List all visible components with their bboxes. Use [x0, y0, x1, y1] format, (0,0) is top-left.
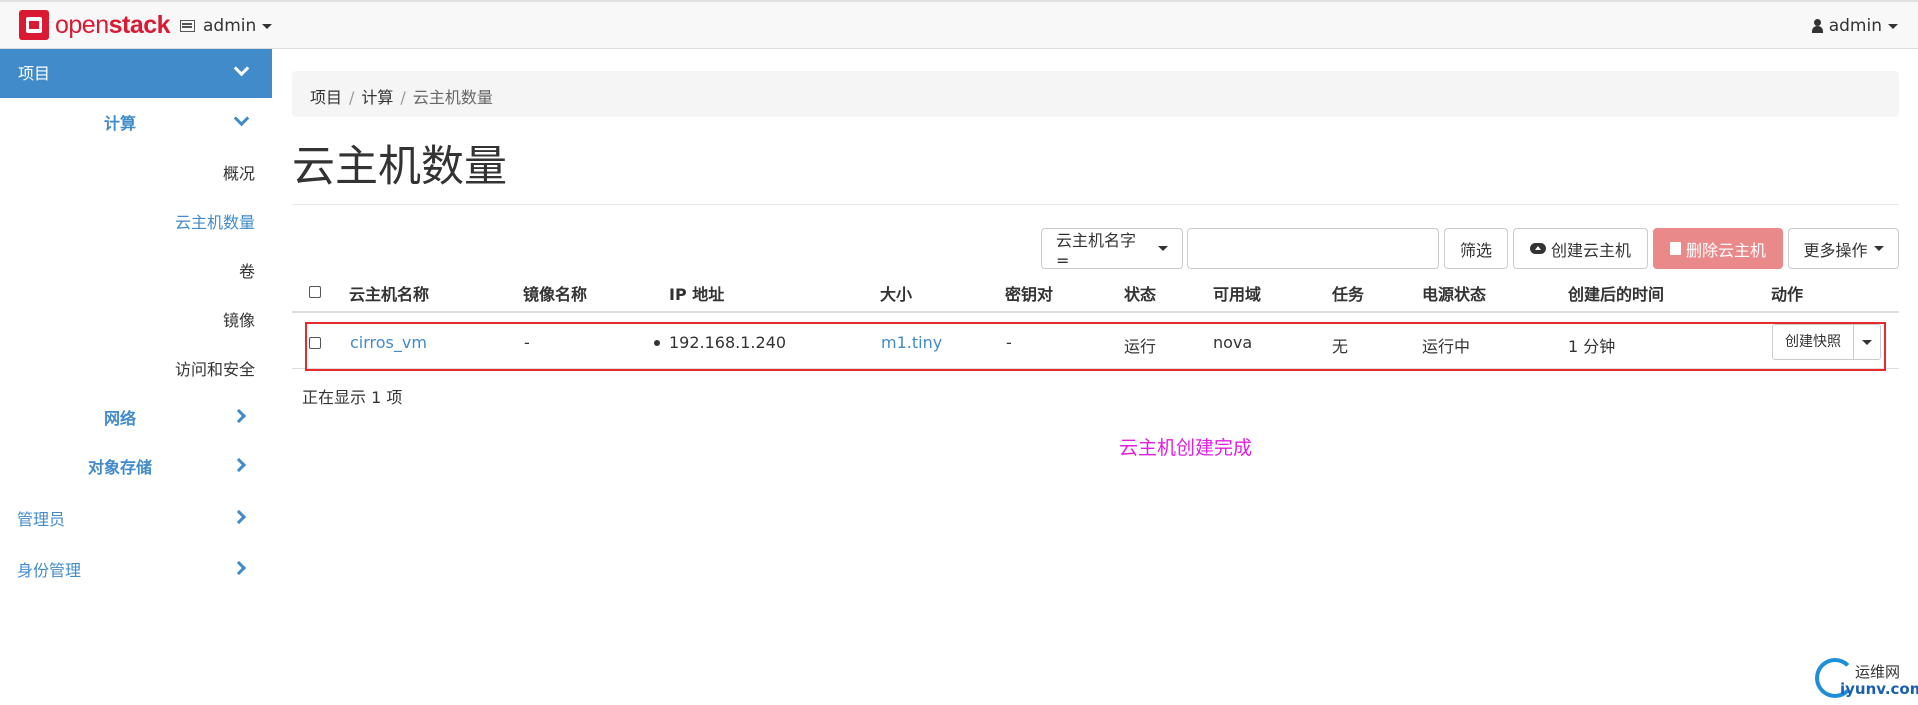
- breadcrumb-separator: /: [400, 88, 406, 107]
- project-name: admin: [203, 16, 257, 36]
- more-actions-label: 更多操作: [1803, 240, 1868, 260]
- top-navbar: openstack admin admin: [0, 0, 1918, 49]
- title-divider: [292, 204, 1899, 205]
- user-icon: [1811, 19, 1823, 33]
- chevron-right-icon: [231, 457, 247, 473]
- sidebar-item-overview[interactable]: 概况: [223, 160, 255, 184]
- caret-down-icon: [1158, 246, 1168, 251]
- table-item-count: 正在显示 1 项: [302, 388, 403, 407]
- sidebar: 项目 计算 概况 云主机数量 卷 镜像 访问和安全 网络 对象存储 管理员 身份…: [0, 49, 272, 705]
- project-dropdown[interactable]: admin: [180, 16, 273, 36]
- create-instance-label: 创建云主机: [1550, 240, 1631, 260]
- col-header-status[interactable]: 状态: [1124, 281, 1156, 305]
- filter-button[interactable]: 筛选: [1444, 228, 1508, 269]
- more-actions-button[interactable]: 更多操作: [1788, 228, 1899, 269]
- watermark-bottom-text: iyunv.com: [1840, 680, 1918, 698]
- project-list-icon: [180, 20, 195, 32]
- chevron-down-icon: [233, 110, 250, 127]
- sidebar-item-project[interactable]: 项目: [0, 49, 272, 98]
- sidebar-item-compute[interactable]: 计算: [104, 110, 136, 134]
- breadcrumb: 项目 / 计算 / 云主机数量: [292, 71, 1899, 117]
- breadcrumb-separator: /: [349, 88, 355, 107]
- col-header-ip[interactable]: IP 地址: [669, 281, 724, 305]
- col-header-actions: 动作: [1771, 285, 1804, 304]
- breadcrumb-project[interactable]: 项目: [310, 88, 342, 107]
- select-all-checkbox[interactable]: [309, 286, 321, 298]
- user-name: admin: [1828, 16, 1882, 36]
- watermark-top-text: 运维网: [1855, 663, 1901, 681]
- delete-instance-label: 删除云主机: [1685, 240, 1766, 260]
- sidebar-item-access-security[interactable]: 访问和安全: [175, 356, 255, 380]
- sidebar-item-admin[interactable]: 管理员: [17, 506, 65, 530]
- col-header-zone[interactable]: 可用域: [1213, 281, 1261, 305]
- filter-button-label: 筛选: [1459, 240, 1492, 260]
- caret-down-icon: [262, 23, 273, 29]
- col-header-task[interactable]: 任务: [1332, 281, 1364, 305]
- filter-input[interactable]: [1187, 228, 1439, 269]
- filter-field-label: 云主机名字 =: [1056, 231, 1137, 270]
- sidebar-project-label: 项目: [18, 64, 51, 83]
- page-title: 云主机数量: [292, 142, 507, 192]
- delete-instance-button[interactable]: 删除云主机: [1653, 228, 1783, 269]
- col-header-keypair[interactable]: 密钥对: [1005, 281, 1053, 305]
- brand-open: open: [55, 10, 109, 39]
- openstack-logo[interactable]: openstack: [19, 10, 171, 40]
- col-header-size[interactable]: 大小: [880, 281, 912, 305]
- filter-field-dropdown[interactable]: 云主机名字 =: [1041, 228, 1183, 270]
- sidebar-item-object-storage[interactable]: 对象存储: [88, 454, 152, 478]
- highlight-box: [305, 322, 1886, 371]
- sidebar-item-images[interactable]: 镜像: [223, 307, 255, 331]
- sidebar-item-network[interactable]: 网络: [104, 405, 136, 429]
- openstack-logo-icon: [19, 10, 49, 40]
- chevron-right-icon: [231, 509, 247, 525]
- col-header-age[interactable]: 创建后的时间: [1568, 281, 1664, 305]
- sidebar-item-instances[interactable]: 云主机数量: [175, 209, 255, 233]
- brand-stack: stack: [108, 10, 171, 39]
- table-header-divider: [292, 311, 1899, 313]
- caret-down-icon: [1873, 246, 1884, 251]
- chevron-down-icon: [233, 60, 250, 77]
- col-header-power[interactable]: 电源状态: [1422, 281, 1486, 305]
- annotation-text: 云主机创建完成: [1119, 437, 1253, 459]
- breadcrumb-current: 云主机数量: [412, 88, 493, 107]
- chevron-right-icon: [231, 560, 247, 576]
- cloud-upload-icon: [1529, 243, 1546, 254]
- create-instance-button[interactable]: 创建云主机: [1513, 228, 1648, 269]
- sidebar-item-volumes[interactable]: 卷: [239, 258, 255, 282]
- chevron-right-icon: [231, 408, 247, 424]
- breadcrumb-compute[interactable]: 计算: [361, 88, 393, 107]
- trash-icon: [1669, 242, 1681, 255]
- user-dropdown[interactable]: admin: [1811, 16, 1898, 36]
- col-header-name[interactable]: 云主机名称: [349, 281, 429, 305]
- watermark: 运维网 iyunv.com: [1815, 658, 1918, 700]
- col-header-image[interactable]: 镜像名称: [523, 281, 587, 305]
- caret-down-icon: [1888, 23, 1898, 29]
- sidebar-item-identity[interactable]: 身份管理: [17, 557, 81, 581]
